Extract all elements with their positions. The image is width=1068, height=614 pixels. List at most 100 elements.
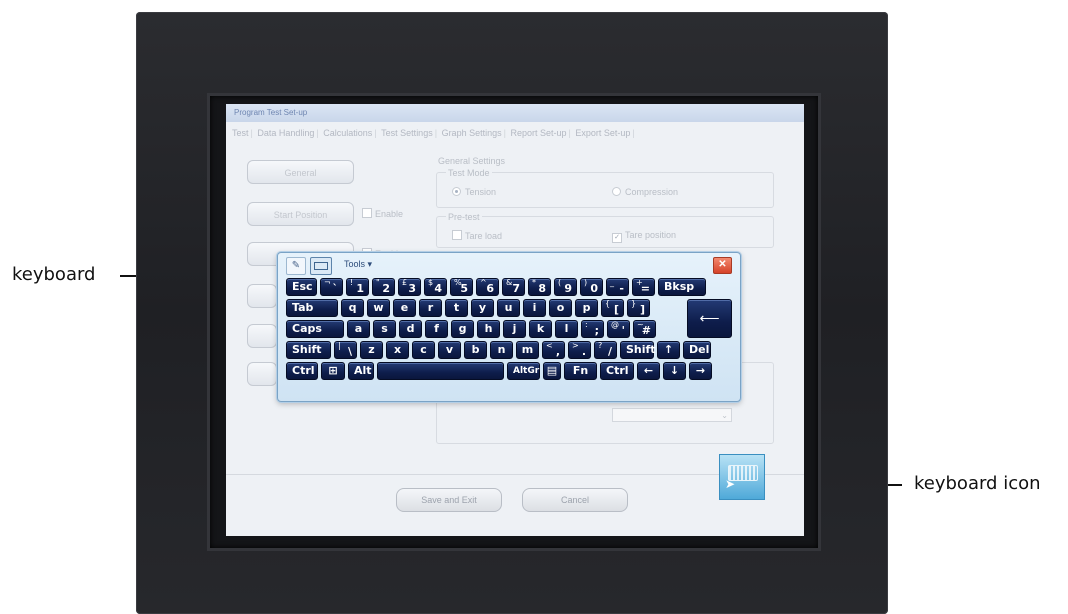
key-row3-2[interactable]: s: [373, 320, 396, 338]
key-row2-10[interactable]: p: [575, 299, 598, 317]
cancel-button[interactable]: Cancel: [522, 488, 628, 512]
key-main-glyph: o: [556, 301, 565, 314]
key-row3-12[interactable]: ~ #: [633, 320, 656, 338]
key-row4-4[interactable]: c: [412, 341, 435, 359]
keyboard-mode-icon[interactable]: [310, 257, 332, 275]
key-row2-5[interactable]: t: [445, 299, 468, 317]
pen-input-icon[interactable]: ✎: [286, 257, 306, 275]
key-row2-0[interactable]: Tab: [286, 299, 338, 317]
keyboard-icon-button[interactable]: ➤: [719, 454, 765, 500]
close-icon[interactable]: ✕: [713, 257, 732, 274]
start-position-button[interactable]: Start Position: [247, 202, 354, 226]
key-row3-6[interactable]: h: [477, 320, 500, 338]
key-row1-7[interactable]: ^ 6: [476, 278, 499, 296]
start-position-enable[interactable]: Enable: [362, 208, 403, 219]
key-row2-12[interactable]: }]: [627, 299, 650, 317]
key-row1-5[interactable]: $4: [424, 278, 447, 296]
key-row5-4[interactable]: AltGr: [507, 362, 540, 380]
key-row1-4[interactable]: £3: [398, 278, 421, 296]
key-row5-8[interactable]: ←: [637, 362, 660, 380]
key-row2-8[interactable]: i: [523, 299, 546, 317]
key-row4-1[interactable]: | \: [334, 341, 357, 359]
key-row5-9[interactable]: ↓: [663, 362, 686, 380]
save-and-exit-button[interactable]: Save and Exit: [396, 488, 502, 512]
tab-test-settings[interactable]: Test Settings: [379, 128, 435, 138]
key-row2-9[interactable]: o: [549, 299, 572, 317]
key-row2-4[interactable]: r: [419, 299, 442, 317]
key-row1-1[interactable]: ¬ `: [320, 278, 343, 296]
key-row4-10[interactable]: >.: [568, 341, 591, 359]
key-row5-1[interactable]: ⊞: [321, 362, 345, 380]
key-main-glyph: 4: [434, 282, 442, 295]
key-row1-2[interactable]: ! 1: [346, 278, 369, 296]
key-row5-10[interactable]: →: [689, 362, 712, 380]
general-button[interactable]: General: [247, 160, 354, 184]
key-row5-6[interactable]: Fn: [564, 362, 597, 380]
compression-radio[interactable]: Compression: [612, 187, 678, 197]
key-row1-14[interactable]: Bksp: [658, 278, 706, 296]
key-row1-6[interactable]: % 5: [450, 278, 473, 296]
key-row2-3[interactable]: e: [393, 299, 416, 317]
key-row4-8[interactable]: m: [516, 341, 539, 359]
key-row4-13[interactable]: ↑: [657, 341, 680, 359]
side-button-4[interactable]: [247, 284, 277, 308]
key-row1-8[interactable]: & 7: [502, 278, 525, 296]
tare-load-checkbox[interactable]: Tare load: [452, 230, 502, 241]
settings-dropdown[interactable]: ⌄: [612, 408, 732, 422]
key-row1-11[interactable]: ) 0: [580, 278, 603, 296]
key-row1-10[interactable]: (9: [554, 278, 577, 296]
key-row3-4[interactable]: f: [425, 320, 448, 338]
key-row1-9[interactable]: * 8: [528, 278, 551, 296]
key-row1-0[interactable]: Esc: [286, 278, 317, 296]
key-row3-8[interactable]: k: [529, 320, 552, 338]
side-button-6[interactable]: [247, 362, 277, 386]
tools-menu[interactable]: Tools ▾: [344, 259, 372, 270]
key-row2-2[interactable]: w: [367, 299, 390, 317]
key-row3-0[interactable]: Caps: [286, 320, 344, 338]
key-row3-9[interactable]: l: [555, 320, 578, 338]
tare-position-checkbox[interactable]: ✓ Tare position: [612, 230, 676, 243]
key-row5-2[interactable]: Alt: [348, 362, 374, 380]
enable-checkbox[interactable]: [362, 208, 372, 218]
key-row5-7[interactable]: Ctrl: [600, 362, 634, 380]
key-row2-7[interactable]: u: [497, 299, 520, 317]
key-row2-11[interactable]: {[: [601, 299, 624, 317]
key-row3-3[interactable]: d: [399, 320, 422, 338]
tab-test[interactable]: Test: [230, 128, 251, 138]
tab-calculations[interactable]: Calculations: [321, 128, 374, 138]
on-screen-keyboard: ✎ Tools ▾ ✕ Esc ¬ `! 1 " 2 £3 $4% 5 ^ 6 & 7 * 8(9) 0 _ - +…: [277, 252, 741, 402]
key-row1-13[interactable]: + =: [632, 278, 655, 296]
key-row4-7[interactable]: n: [490, 341, 513, 359]
key-row4-12[interactable]: Shift: [620, 341, 656, 359]
key-row4-3[interactable]: x: [386, 341, 409, 359]
key-row3-5[interactable]: g: [451, 320, 474, 338]
key-row4-11[interactable]: ? /: [594, 341, 617, 359]
key-row4-0[interactable]: Shift: [286, 341, 331, 359]
key-row5-3[interactable]: [377, 362, 504, 380]
key-row4-6[interactable]: b: [464, 341, 487, 359]
key-row1-3[interactable]: " 2: [372, 278, 395, 296]
side-button-5[interactable]: [247, 324, 277, 348]
key-row5-0[interactable]: Ctrl: [286, 362, 318, 380]
key-row1-12[interactable]: _ -: [606, 278, 629, 296]
key-row3-7[interactable]: j: [503, 320, 526, 338]
tab-export-setup[interactable]: Export Set-up: [573, 128, 632, 138]
key-row3-11[interactable]: @ ': [607, 320, 630, 338]
key-row2-1[interactable]: q: [341, 299, 364, 317]
tab-graph-settings[interactable]: Graph Settings: [440, 128, 504, 138]
key-shift-glyph: {: [605, 299, 611, 308]
tab-data-handling[interactable]: Data Handling: [255, 128, 316, 138]
key-row4-9[interactable]: <,: [542, 341, 565, 359]
key-main-glyph: d: [406, 322, 415, 335]
key-row3-10[interactable]: :;: [581, 320, 604, 338]
key-row4-14[interactable]: Del: [683, 341, 711, 359]
enter-key[interactable]: ⟵: [687, 299, 732, 338]
key-main-glyph: 9: [564, 282, 572, 295]
tension-radio[interactable]: Tension: [452, 187, 496, 197]
key-row2-6[interactable]: y: [471, 299, 494, 317]
tab-report-setup[interactable]: Report Set-up: [508, 128, 568, 138]
key-row4-5[interactable]: v: [438, 341, 461, 359]
key-row3-1[interactable]: a: [347, 320, 370, 338]
key-row4-2[interactable]: z: [360, 341, 383, 359]
key-row5-5[interactable]: ▤: [543, 362, 561, 380]
